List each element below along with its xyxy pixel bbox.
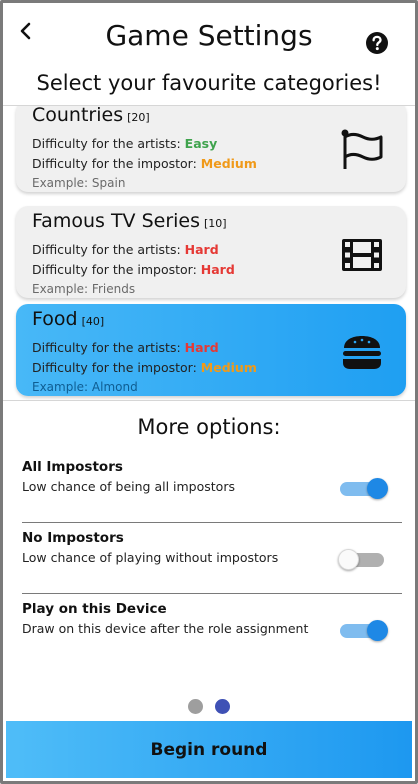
impostor-difficulty-label: Difficulty for the impostor: bbox=[32, 360, 201, 375]
artists-difficulty-label: Difficulty for the artists: bbox=[32, 340, 185, 355]
page-subtitle: Select your favourite categories! bbox=[36, 71, 382, 95]
impostor-difficulty-line: Difficulty for the impostor: Medium bbox=[32, 360, 257, 375]
category-title: Food bbox=[32, 308, 78, 330]
category-title: Countries bbox=[32, 105, 124, 126]
page-title: Game Settings bbox=[105, 19, 313, 52]
category-name: Food [40] bbox=[32, 308, 104, 330]
option-no-impostors: No Impostors Low chance of playing witho… bbox=[22, 530, 402, 592]
artists-difficulty-value: Easy bbox=[184, 136, 218, 151]
impostor-difficulty-value: Medium bbox=[200, 360, 257, 375]
more-options-title: More options: bbox=[137, 415, 281, 439]
flag-icon bbox=[341, 129, 383, 169]
category-name: Famous TV Series [10] bbox=[32, 210, 227, 232]
category-example: Example: Friends bbox=[32, 282, 136, 296]
divider bbox=[22, 593, 402, 594]
category-example: Example: Almond bbox=[32, 380, 138, 394]
option-play-on-this-device: Play on this Device Draw on this device … bbox=[22, 601, 402, 663]
impostor-difficulty-label: Difficulty for the impostor: bbox=[32, 262, 201, 277]
burger-icon bbox=[343, 336, 381, 369]
film-icon bbox=[342, 239, 382, 271]
impostor-difficulty-value: Hard bbox=[200, 262, 235, 277]
option-title: All Impostors bbox=[22, 459, 123, 475]
divider bbox=[22, 522, 402, 523]
header: Game Settings Select your favourite cate… bbox=[3, 3, 415, 103]
artists-difficulty-line: Difficulty for the artists: Hard bbox=[32, 242, 219, 257]
category-count: [10] bbox=[204, 217, 227, 230]
page-indicator bbox=[3, 699, 415, 715]
category-count: [40] bbox=[81, 315, 105, 328]
category-count: [20] bbox=[127, 111, 150, 124]
category-example: Example: Spain bbox=[32, 176, 126, 190]
artists-difficulty-value: Hard bbox=[184, 340, 219, 355]
impostor-difficulty-value: Medium bbox=[200, 156, 257, 171]
artists-difficulty-label: Difficulty for the artists: bbox=[32, 242, 185, 257]
toggle-thumb bbox=[338, 549, 359, 570]
category-card-food[interactable]: Food [40] Difficulty for the artists: Har… bbox=[16, 304, 406, 396]
begin-round-button[interactable]: Begin round bbox=[6, 721, 412, 778]
no-impostors-toggle[interactable] bbox=[338, 548, 388, 570]
impostor-difficulty-line: Difficulty for the impostor: Hard bbox=[32, 262, 235, 277]
page-dot-1[interactable] bbox=[188, 699, 203, 714]
impostor-difficulty-label: Difficulty for the impostor: bbox=[32, 156, 201, 171]
artists-difficulty-label: Difficulty for the artists: bbox=[32, 136, 185, 151]
option-title: No Impostors bbox=[22, 530, 124, 546]
category-list[interactable]: Countries [20] Difficulty for the artists… bbox=[3, 105, 415, 401]
page-dot-2[interactable] bbox=[215, 699, 230, 714]
artists-difficulty-line: Difficulty for the artists: Easy bbox=[32, 136, 217, 151]
category-name: Countries [20] bbox=[32, 105, 150, 126]
toggle-thumb bbox=[367, 620, 388, 641]
begin-round-label: Begin round bbox=[150, 739, 268, 760]
toggle-thumb bbox=[367, 478, 388, 499]
option-description: Low chance of playing without impostors bbox=[22, 550, 279, 565]
category-card-countries[interactable]: Countries [20] Difficulty for the artists… bbox=[16, 105, 406, 192]
category-card-famous-tv-series[interactable]: Famous TV Series [10] Difficulty for the … bbox=[16, 206, 406, 298]
category-title: Famous TV Series bbox=[32, 210, 201, 232]
artists-difficulty-line: Difficulty for the artists: Hard bbox=[32, 340, 219, 355]
option-all-impostors: All Impostors Low chance of being all im… bbox=[22, 459, 402, 521]
option-title: Play on this Device bbox=[22, 601, 167, 617]
option-description: Draw on this device after the role assig… bbox=[22, 621, 309, 636]
impostor-difficulty-line: Difficulty for the impostor: Medium bbox=[32, 156, 257, 171]
artists-difficulty-value: Hard bbox=[184, 242, 219, 257]
help-icon[interactable] bbox=[365, 31, 389, 55]
game-settings-screen: Game Settings Select your favourite cate… bbox=[0, 0, 418, 784]
play-on-this-device-toggle[interactable] bbox=[338, 619, 388, 641]
all-impostors-toggle[interactable] bbox=[338, 477, 388, 499]
option-description: Low chance of being all impostors bbox=[22, 479, 235, 494]
